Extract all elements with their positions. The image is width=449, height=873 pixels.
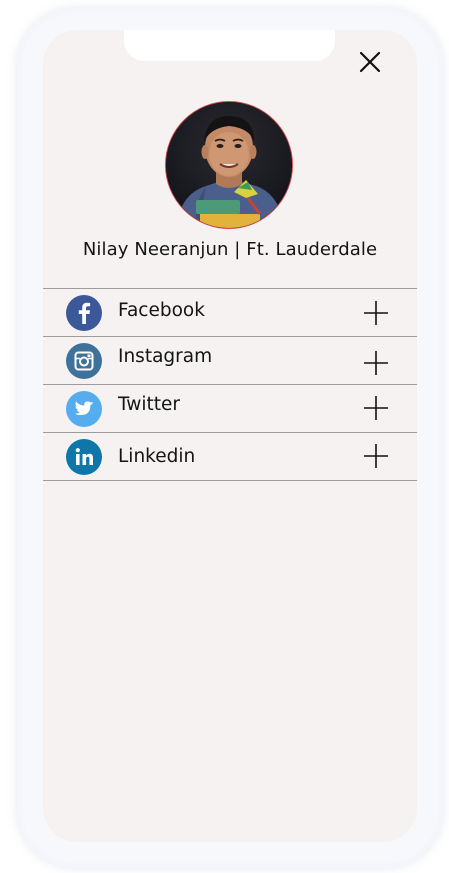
plus-icon[interactable] — [363, 350, 389, 376]
avatar — [165, 101, 293, 229]
linkedin-icon — [66, 439, 102, 475]
list-item-instagram[interactable]: Instagram — [43, 337, 417, 385]
list-item-facebook[interactable]: Facebook — [43, 289, 417, 337]
phone-screen: Nilay Neeranjun | Ft. Lauderdale Faceboo… — [43, 30, 417, 842]
instagram-icon — [66, 343, 102, 379]
plus-icon[interactable] — [363, 443, 389, 469]
phone-notch — [124, 30, 335, 61]
profile-name: Nilay Neeranjun | Ft. Lauderdale — [82, 239, 378, 260]
plus-icon[interactable] — [363, 395, 389, 421]
list-item-label: Linkedin — [118, 446, 196, 467]
list-item-twitter[interactable]: Twitter — [43, 385, 417, 433]
list-item-label: Instagram — [118, 346, 213, 367]
list-item-label: Facebook — [118, 300, 205, 321]
list-item-label: Twitter — [118, 394, 181, 415]
close-icon[interactable] — [356, 48, 384, 76]
social-links-list: Facebook Instagram Twitter Linkedin — [43, 288, 417, 481]
list-item-linkedin[interactable]: Linkedin — [43, 433, 417, 481]
facebook-icon — [66, 295, 102, 331]
avatar-photo — [166, 102, 292, 228]
plus-icon[interactable] — [363, 300, 389, 326]
twitter-icon — [66, 391, 102, 427]
